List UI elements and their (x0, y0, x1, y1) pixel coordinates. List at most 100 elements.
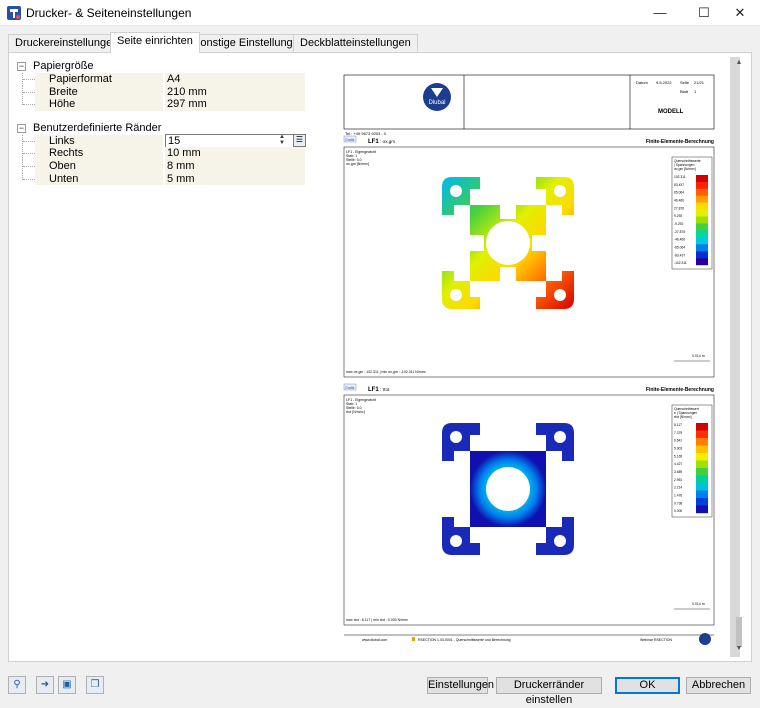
legend-value: 4.427 (674, 462, 682, 466)
section1-lf: LF1 (368, 139, 379, 145)
preview-scrollbar[interactable]: ▲ ▼ (734, 57, 744, 657)
section2-symbol: : τtot (380, 387, 390, 392)
preview-page: Dlubal Tel.: +49 9673 9203 - 0 Datum 9.5… (312, 57, 730, 657)
legend-value: 2.951 (674, 478, 682, 482)
legend-swatch (696, 445, 708, 454)
legend-title: σx,gm [N/mm²] (674, 167, 696, 171)
legend-value: 102.311 (674, 175, 686, 179)
row-rechts[interactable]: Rechts 10 mm (13, 147, 313, 161)
tab-druckereinstellungen[interactable]: Druckereinstellungen (8, 34, 126, 52)
header-datum-label: Datum (636, 80, 648, 85)
collapse-icon[interactable]: − (17, 62, 26, 71)
search-icon[interactable]: ⚲ (8, 676, 26, 694)
legend-2: Querschnittswerte | Spannungenτtot [N/mm… (671, 404, 713, 518)
header-blatt-label: Blatt (680, 89, 689, 94)
section1-badge: Grafik (345, 138, 355, 142)
tab-content: − Papiergröße Papierformat A4 Breite 210… (8, 52, 752, 662)
section2-lf: LF1 (368, 387, 379, 393)
scroll-down-icon[interactable]: ▼ (734, 645, 744, 655)
legend-swatch (696, 244, 708, 252)
collapse-icon[interactable]: − (17, 123, 26, 133)
section1-scale: 0.014 m (692, 354, 705, 358)
property-label: Höhe (35, 98, 163, 111)
links-input[interactable]: 15 ▲ ▼ ☰ (165, 133, 306, 148)
arrow-icon[interactable]: ➜ (36, 676, 54, 694)
property-value[interactable]: 10 mm (165, 147, 305, 160)
maximize-button[interactable]: ☐ (684, 0, 724, 26)
property-value[interactable]: 210 mm (165, 85, 305, 99)
legend-value: 5.903 (674, 446, 682, 450)
legend-swatch (696, 430, 708, 439)
legend-swatch (696, 460, 708, 469)
legend-swatch (696, 188, 708, 196)
dialog-footer: ⚲ ➜ ▣ ❐ Einstellungen Druckerränder eins… (0, 668, 760, 706)
legend-value: 65.064 (674, 191, 684, 195)
printer-margins-button[interactable]: Druckerränder einstellen (496, 677, 602, 706)
row-papierformat[interactable]: Papierformat A4 (13, 73, 313, 86)
row-breite[interactable]: Breite 210 mm (13, 85, 313, 99)
legend-swatch (696, 195, 708, 203)
cancel-button[interactable]: Abbrechen (686, 677, 751, 694)
legend-swatch (696, 438, 708, 446)
logo-text: Dlubal (428, 100, 445, 106)
legend-swatch (696, 490, 708, 499)
links-value: 15 (168, 134, 181, 147)
spinner-icon[interactable]: ▲ ▼ (278, 134, 286, 146)
footer-right: Webinar RSECTION (640, 638, 672, 642)
property-value[interactable]: A4 (165, 73, 305, 86)
row-links[interactable]: Links 15 ▲ ▼ ☰ (13, 133, 313, 148)
scroll-up-icon[interactable]: ▲ (734, 59, 744, 69)
legend-swatch (696, 468, 708, 476)
legend-swatch (696, 202, 708, 210)
tab-deckblatteinstellungen[interactable]: Deckblatteinstellungen (293, 34, 418, 52)
settings-button[interactable]: Einstellungen (427, 677, 494, 694)
legend-value: -102.311 (674, 261, 687, 265)
legend-swatch (696, 423, 708, 431)
property-value[interactable]: 297 mm (165, 98, 305, 111)
preview-page-drawing: Dlubal Tel.: +49 9673 9203 - 0 Datum 9.5… (343, 74, 715, 645)
edit-icon[interactable]: ☰ (293, 133, 306, 147)
copy-icon[interactable]: ❐ (86, 676, 104, 694)
legend-value: 7.379 (674, 431, 682, 435)
legend-value: 1.476 (674, 493, 682, 497)
legend-value: 9.292 (674, 214, 682, 218)
group-label: Benutzerdefinierte Ränder (33, 121, 162, 134)
legend-value: -83.437 (674, 253, 685, 257)
section1-info: σx,gm [N/mm²] (346, 162, 369, 166)
row-oben[interactable]: Oben 8 mm (13, 159, 313, 173)
close-button[interactable]: ✕ (720, 0, 760, 26)
header-seite-label: Seite (680, 80, 690, 85)
legend-value: -46.460 (674, 238, 685, 242)
legend-value: 8.117 (674, 423, 682, 427)
row-unten[interactable]: Unten 5 mm (13, 172, 313, 186)
legend-swatch (696, 483, 708, 491)
ok-button[interactable]: OK (615, 677, 680, 694)
legend-value: 0.738 (674, 501, 682, 505)
legend-value: -9.292 (674, 222, 684, 226)
minimize-button[interactable]: — (640, 0, 680, 26)
scroll-thumb[interactable] (736, 617, 742, 647)
row-hoehe[interactable]: Höhe 297 mm (13, 98, 313, 111)
group-label: Papiergröße (33, 60, 94, 72)
tab-seite-einrichten[interactable]: Seite einrichten (110, 32, 200, 53)
section2-info: τtot [N/mm²] (346, 410, 365, 414)
print-preview[interactable]: Dlubal Tel.: +49 9673 9203 - 0 Datum 9.5… (312, 57, 742, 657)
legend-value: 27.876 (674, 206, 684, 210)
property-value[interactable]: 5 mm (165, 172, 305, 186)
legend-value: 46.460 (674, 198, 684, 202)
legend-swatch (696, 209, 708, 217)
property-label: Links (35, 134, 163, 148)
property-value[interactable]: 8 mm (165, 159, 305, 173)
legend-1: Querschnittswerte| Spannungenσx,gm [N/mm… (671, 156, 713, 270)
legend-swatch (696, 505, 708, 514)
section2-badge: Grafik (345, 386, 355, 390)
legend-swatch (696, 230, 708, 238)
property-label: Oben (35, 159, 163, 173)
save-icon[interactable]: ▣ (58, 676, 76, 694)
stress-plot-2 (442, 423, 574, 555)
legend-swatch (696, 475, 708, 484)
section1-symbol: : σx,gm (380, 139, 395, 144)
group-papiergroesse[interactable]: − Papiergröße (13, 60, 313, 73)
property-tree: − Papiergröße Papierformat A4 Breite 210… (13, 60, 313, 186)
section2-footer: max τtot : 8.117 | min τtot : 0.000 N/mm… (346, 618, 409, 622)
